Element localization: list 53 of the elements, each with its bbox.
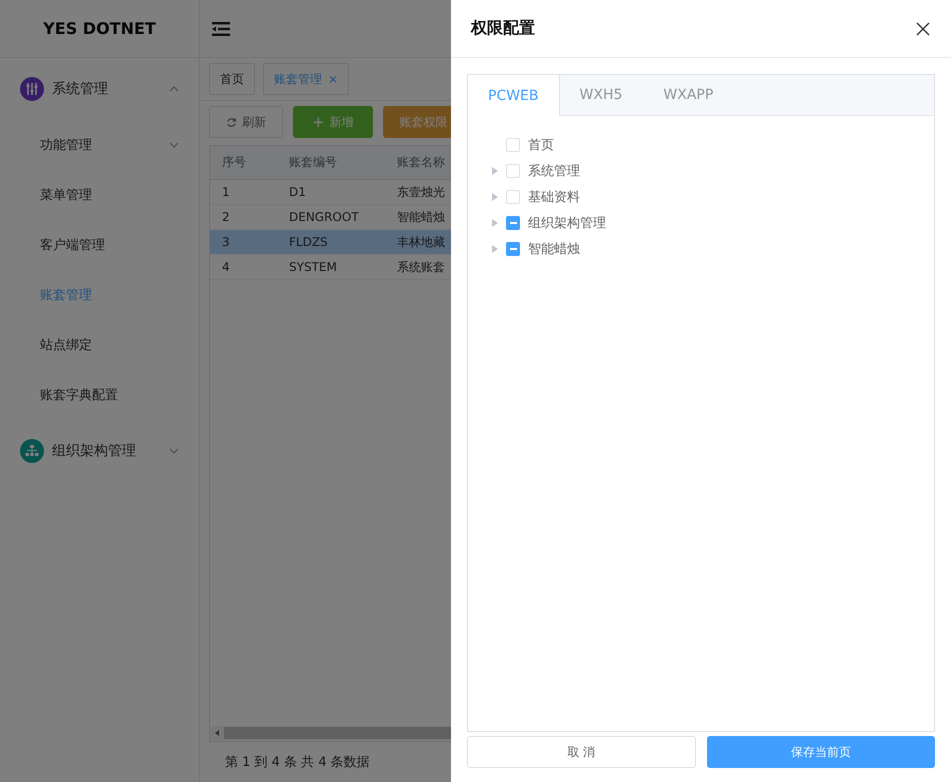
org-chart-icon (20, 439, 44, 463)
sidebar-item[interactable]: 客户端管理 (0, 220, 199, 270)
close-icon[interactable] (916, 22, 930, 36)
table-cell-text: 4 (221, 260, 231, 274)
tree-node-label[interactable]: 基础资料 (528, 188, 580, 206)
table-cell-text: 3 (221, 235, 231, 249)
checkbox[interactable] (506, 216, 520, 230)
table-row[interactable]: 3 FLDZS 丰林地藏 (210, 230, 451, 255)
tree-node-label[interactable]: 组织架构管理 (528, 214, 606, 232)
sidebar-item[interactable]: 功能管理 (0, 120, 199, 170)
sidebar-item[interactable]: 站点绑定 (0, 320, 199, 370)
scrollbar[interactable] (210, 726, 451, 740)
expand-arrow-icon[interactable] (492, 167, 498, 175)
menu-icon[interactable] (211, 20, 231, 36)
platform-tab[interactable]: PCWEB (468, 75, 560, 116)
dialog-button[interactable]: 取 消 (467, 736, 696, 768)
platform-tab[interactable]: WXAPP (643, 75, 734, 115)
tree-node-label[interactable]: 首页 (528, 136, 554, 154)
chevron-down-icon (169, 142, 179, 148)
sidebar-item[interactable]: 账套字典配置 (0, 370, 199, 420)
platform-tab[interactable]: WXH5 (560, 75, 644, 115)
tree-node-label[interactable]: 智能蜡烛 (528, 240, 580, 258)
table-cell-text: D1 (288, 185, 307, 199)
table-cell-text: DENGROOT (288, 210, 360, 224)
table-cell-text: 丰林地藏 (396, 234, 446, 250)
page-tab[interactable]: 首页 (209, 63, 255, 95)
expand-arrow-icon[interactable] (492, 219, 498, 227)
sidebar-group[interactable]: 组织架构管理 (0, 420, 199, 482)
pagination-text: 第 1 到 4 条 共 4 条数据 (224, 754, 371, 772)
column-header: 序号 (221, 154, 247, 171)
app-logo-text: YES DOTNET (0, 0, 199, 58)
table-cell-text: 东壹烛光 (396, 184, 446, 200)
expand-arrow-icon[interactable] (492, 245, 498, 253)
sidebar-group[interactable]: 系统管理 (0, 58, 199, 120)
dialog-button[interactable]: 保存当前页 (706, 736, 935, 768)
refresh-icon (226, 116, 237, 128)
chevron-up-icon (169, 86, 179, 92)
table-cell-text: 1 (221, 185, 231, 199)
column-header: 账套名称 (396, 154, 446, 171)
table-cell-text: 系统账套 (396, 258, 446, 276)
checkbox[interactable] (506, 242, 520, 256)
toolbar-button[interactable]: 刷新 (209, 106, 283, 138)
sidebar-item[interactable]: 菜单管理 (0, 170, 199, 220)
drawer-title: 权限配置 (471, 18, 535, 39)
table-cell-text: FLDZS (288, 235, 329, 249)
table-cell-text: SYSTEM (288, 260, 338, 274)
tree-node-label[interactable]: 系统管理 (528, 162, 580, 180)
table-cell-text: 智能蜡烛 (396, 208, 446, 226)
table-cell-text: 2 (221, 210, 231, 224)
expand-arrow-icon[interactable] (492, 193, 498, 201)
sliders-icon (20, 77, 44, 101)
column-header: 账套编号 (288, 154, 338, 171)
chevron-down-icon (169, 448, 179, 454)
